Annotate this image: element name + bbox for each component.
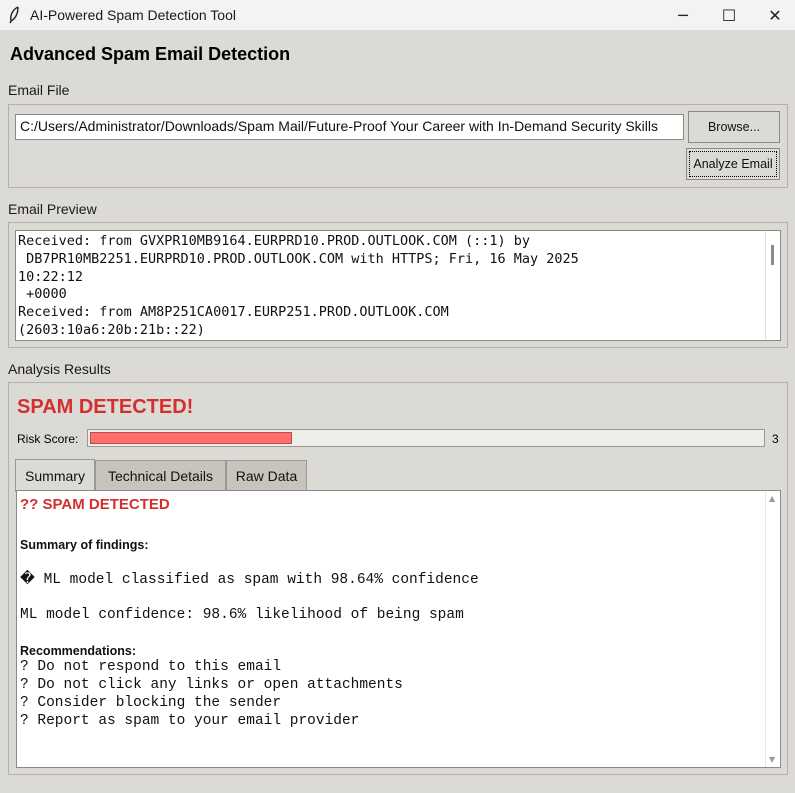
close-icon: ✕	[768, 5, 782, 25]
scroll-down-icon[interactable]: ▼	[769, 755, 775, 764]
risk-score-bar	[87, 429, 765, 447]
scroll-up-icon[interactable]: ▲	[769, 494, 775, 503]
maximize-icon: ☐	[721, 5, 737, 25]
maximize-button[interactable]: ☐	[706, 0, 752, 30]
spam-status-heading: SPAM DETECTED!	[17, 396, 194, 418]
title-bar: AI-Powered Spam Detection Tool ─ ☐ ✕	[0, 0, 795, 30]
summary-scrollbar[interactable]: ▲ ▼	[765, 491, 780, 767]
tab-summary[interactable]: Summary	[15, 459, 95, 492]
risk-score-label: Risk Score:	[17, 432, 79, 446]
analyze-email-button[interactable]: Analyze Email	[686, 148, 780, 180]
risk-score-fill	[90, 432, 292, 444]
email-file-label: Email File	[8, 82, 70, 98]
email-preview-label: Email Preview	[8, 201, 97, 217]
analysis-results-label: Analysis Results	[8, 361, 111, 377]
recommendation-item: ? Do not click any links or open attachm…	[20, 677, 403, 693]
confidence-line: ML model confidence: 98.6% likelihood of…	[20, 607, 464, 623]
recommendations-heading: Recommendations:	[20, 644, 136, 658]
tab-technical-details[interactable]: Technical Details	[95, 460, 226, 491]
window-title: AI-Powered Spam Detection Tool	[30, 7, 236, 23]
tab-raw-data[interactable]: Raw Data	[226, 460, 307, 491]
feather-icon	[8, 6, 22, 24]
recommendation-item: ? Do not respond to this email	[20, 659, 282, 675]
findings-heading: Summary of findings:	[20, 538, 149, 552]
minimize-button[interactable]: ─	[660, 0, 706, 30]
close-button[interactable]: ✕	[752, 0, 795, 30]
browse-button[interactable]: Browse...	[688, 111, 780, 143]
summary-text[interactable]: ?? SPAM DETECTED Summary of findings: � …	[16, 490, 781, 768]
recommendation-item: ? Consider blocking the sender	[20, 695, 282, 711]
preview-scrollbar[interactable]	[765, 231, 780, 340]
page-title: Advanced Spam Email Detection	[10, 44, 291, 64]
email-preview-text[interactable]: Received: from GVXPR10MB9164.EURPRD10.PR…	[15, 230, 781, 341]
risk-score-value: 3	[772, 432, 779, 446]
preview-scroll-thumb[interactable]	[771, 245, 774, 265]
finding-item: � ML model classified as spam with 98.64…	[20, 572, 479, 588]
minimize-icon: ─	[678, 5, 688, 25]
email-preview-content: Received: from GVXPR10MB9164.EURPRD10.PR…	[18, 233, 579, 338]
recommendation-item: ? Report as spam to your email provider	[20, 713, 360, 729]
summary-title: ?? SPAM DETECTED	[20, 496, 170, 513]
file-path-input[interactable]: C:/Users/Administrator/Downloads/Spam Ma…	[15, 114, 684, 140]
